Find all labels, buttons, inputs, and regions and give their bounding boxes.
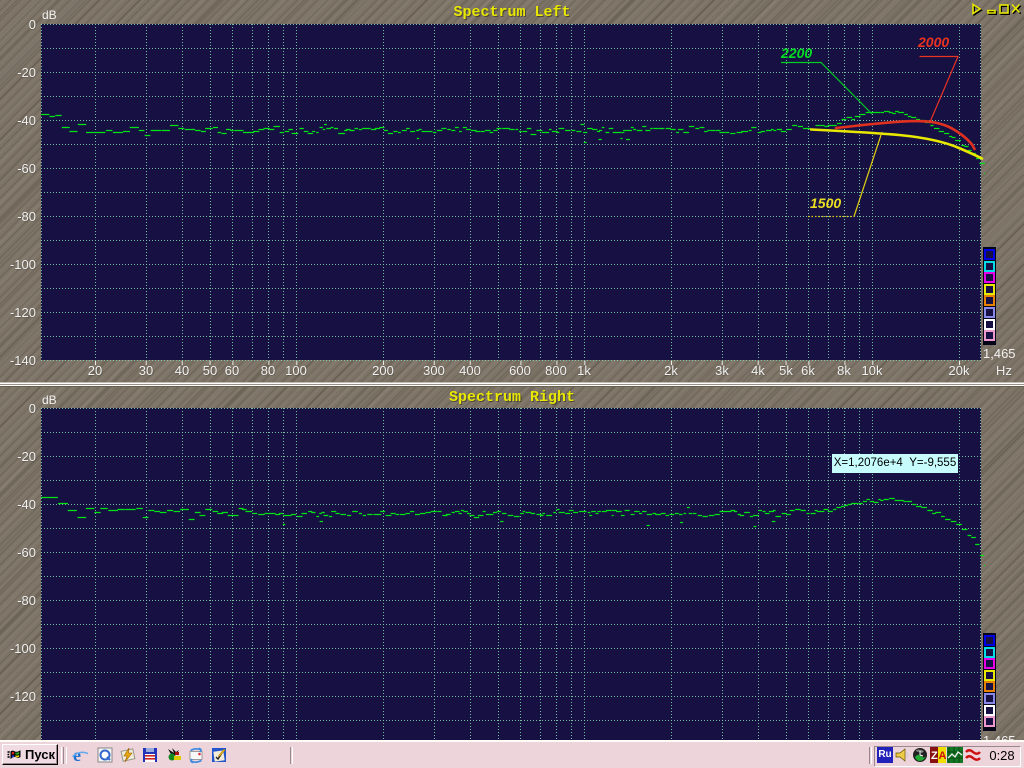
svg-text:Z: Z <box>931 750 938 762</box>
svg-text:1500: 1500 <box>810 195 841 211</box>
svg-text:2000: 2000 <box>917 34 949 50</box>
svg-text:2200: 2200 <box>780 45 812 61</box>
svg-text:A: A <box>939 750 947 762</box>
